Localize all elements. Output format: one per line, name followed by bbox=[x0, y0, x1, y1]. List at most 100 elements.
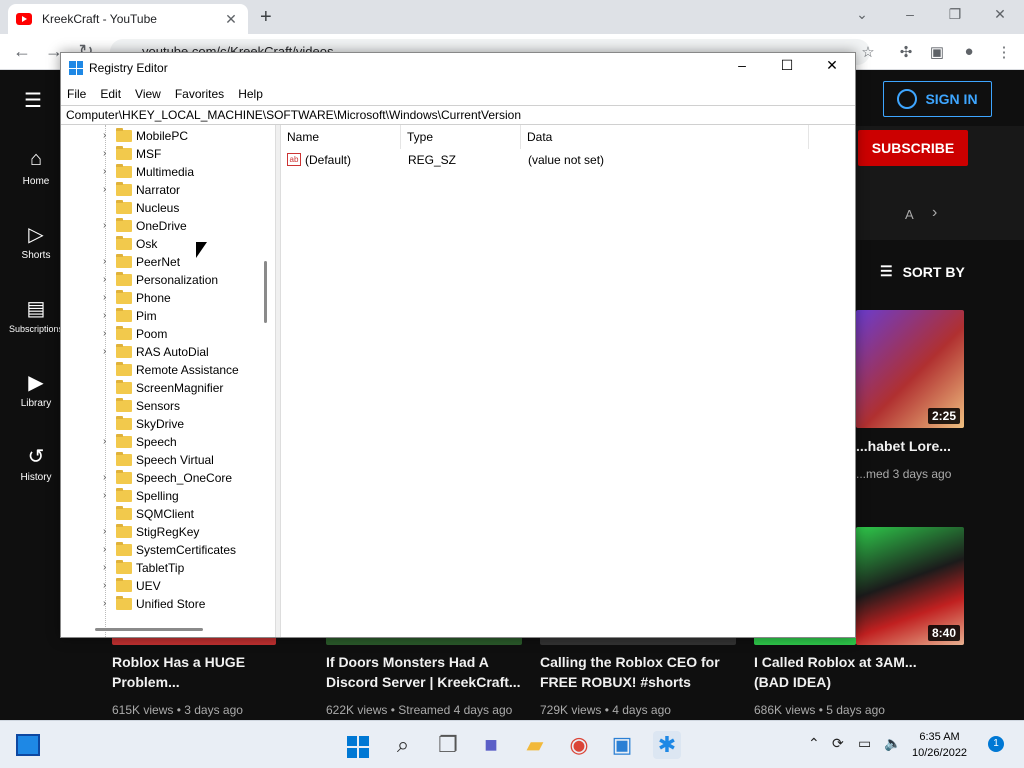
chrome-icon[interactable]: ◉ bbox=[565, 731, 593, 759]
registry-address-bar[interactable]: Computer\HKEY_LOCAL_MACHINE\SOFTWARE\Mic… bbox=[61, 105, 855, 125]
tree-item-narrator[interactable]: › Narrator bbox=[61, 181, 271, 199]
tree-item-label: Speech bbox=[136, 435, 177, 449]
file-explorer-icon[interactable]: ▰ bbox=[521, 731, 549, 759]
tree-item-mobilepc[interactable]: › MobilePC bbox=[61, 127, 271, 145]
tab-close-icon[interactable]: ✕ bbox=[222, 11, 240, 28]
profile-avatar-icon[interactable]: ● bbox=[959, 43, 979, 60]
tree-item-systemcertificates[interactable]: › SystemCertificates bbox=[61, 541, 271, 559]
youtube-favicon-icon bbox=[16, 13, 32, 25]
new-tab-icon[interactable]: + bbox=[260, 6, 272, 29]
browser-minimize-icon[interactable]: – bbox=[890, 6, 930, 22]
tree-item-sqmclient[interactable]: SQMClient bbox=[61, 505, 271, 523]
browser-close-icon[interactable]: ✕ bbox=[980, 6, 1020, 23]
tree-item-speech-onecore[interactable]: › Speech_OneCore bbox=[61, 469, 271, 487]
close-icon[interactable]: ✕ bbox=[809, 57, 855, 74]
sync-icon[interactable]: ⟳ bbox=[832, 735, 844, 752]
value-name[interactable]: (Default) bbox=[305, 151, 351, 169]
tree-horizontal-scrollbar[interactable] bbox=[95, 628, 203, 631]
tree-item-tablettip[interactable]: › TabletTip bbox=[61, 559, 271, 577]
folder-icon bbox=[116, 326, 132, 340]
volume-icon[interactable]: 🔈 bbox=[884, 735, 901, 752]
tree-item-speech-virtual[interactable]: Speech Virtual bbox=[61, 451, 271, 469]
tree-item-personalization[interactable]: › Personalization bbox=[61, 271, 271, 289]
network-icon[interactable]: ▭ bbox=[858, 735, 871, 752]
browser-restore-icon[interactable]: ❐ bbox=[935, 6, 975, 23]
menu-edit[interactable]: Edit bbox=[100, 87, 121, 101]
task-view-icon[interactable]: ❐ bbox=[434, 731, 462, 759]
column-header-name[interactable]: Name bbox=[281, 125, 401, 149]
system-clock[interactable]: 6:35 AM 10/26/2022 bbox=[912, 729, 967, 761]
sign-in-button[interactable]: SIGN IN bbox=[883, 81, 992, 117]
tree-item-nucleus[interactable]: Nucleus bbox=[61, 199, 271, 217]
channel-tab-about[interactable]: A bbox=[905, 207, 914, 222]
notification-badge[interactable]: 1 bbox=[988, 736, 1004, 752]
tree-item-poom[interactable]: › Poom bbox=[61, 325, 271, 343]
minimize-icon[interactable]: – bbox=[719, 57, 765, 73]
tree-item-screenmagnifier[interactable]: ScreenMagnifier bbox=[61, 379, 271, 397]
video-title[interactable]: ...habet Lore... bbox=[856, 436, 1016, 456]
tree-item-ras-autodial[interactable]: › RAS AutoDial bbox=[61, 343, 271, 361]
tree-item-label: Unified Store bbox=[136, 597, 206, 611]
video-title[interactable]: Calling the Roblox CEO for FREE ROBUX! #… bbox=[540, 652, 730, 692]
tray-overflow-chevron-icon[interactable]: ⌃ bbox=[808, 735, 820, 752]
video-title[interactable]: I Called Roblox at 3AM... (BAD IDEA) bbox=[754, 652, 924, 692]
tree-item-multimedia[interactable]: › Multimedia bbox=[61, 163, 271, 181]
tree-item-label: Spelling bbox=[136, 489, 179, 503]
video-meta: 686K views • 5 days ago bbox=[754, 703, 885, 717]
tree-item-remote-assistance[interactable]: Remote Assistance bbox=[61, 361, 271, 379]
teams-chat-icon[interactable]: ■ bbox=[477, 731, 505, 759]
tree-item-uev[interactable]: › UEV bbox=[61, 577, 271, 595]
menu-view[interactable]: View bbox=[135, 87, 161, 101]
tree-item-speech[interactable]: › Speech bbox=[61, 433, 271, 451]
menu-file[interactable]: File bbox=[67, 87, 86, 101]
tree-item-sensors[interactable]: Sensors bbox=[61, 397, 271, 415]
bookmark-star-icon[interactable]: ☆ bbox=[858, 43, 878, 61]
folder-icon bbox=[116, 560, 132, 574]
side-panel-icon[interactable]: ▣ bbox=[927, 43, 947, 61]
column-header-type[interactable]: Type bbox=[401, 125, 521, 149]
tree-item-label: Personalization bbox=[136, 273, 219, 287]
browser-tab-youtube[interactable]: KreekCraft - YouTube ✕ bbox=[8, 4, 248, 34]
folder-icon bbox=[116, 182, 132, 196]
regedit-titlebar[interactable]: Registry Editor – ☐ ✕ bbox=[61, 53, 855, 83]
tree-item-phone[interactable]: › Phone bbox=[61, 289, 271, 307]
remote-desktop-icon[interactable]: ▣ bbox=[608, 731, 636, 759]
start-button[interactable] bbox=[344, 731, 372, 759]
video-thumbnail[interactable]: 8:40 bbox=[856, 527, 964, 645]
extensions-puzzle-icon[interactable]: ✣ bbox=[896, 43, 916, 61]
tree-item-label: MSF bbox=[136, 147, 162, 161]
subscribe-button[interactable]: SUBSCRIBE bbox=[858, 130, 968, 166]
hamburger-menu-icon[interactable]: ☰ bbox=[24, 88, 42, 113]
tree-item-unified-store[interactable]: › Unified Store bbox=[61, 595, 271, 613]
tree-vertical-scrollbar[interactable] bbox=[264, 261, 267, 323]
video-duration: 8:40 bbox=[927, 625, 960, 641]
tree-item-stigregkey[interactable]: › StigRegKey bbox=[61, 523, 271, 541]
chevron-right-icon[interactable]: › bbox=[932, 204, 937, 222]
regedit-taskbar-icon[interactable]: ✱ bbox=[653, 731, 681, 759]
sort-by-button[interactable]: ☰ SORT BY bbox=[880, 263, 965, 280]
sign-in-label: SIGN IN bbox=[925, 91, 978, 107]
video-title[interactable]: Roblox Has a HUGE Problem... bbox=[112, 652, 312, 692]
tree-item-skydrive[interactable]: SkyDrive bbox=[61, 415, 271, 433]
tree-item-label: UEV bbox=[136, 579, 161, 593]
widgets-icon[interactable] bbox=[16, 734, 40, 756]
menu-help[interactable]: Help bbox=[238, 87, 263, 101]
menu-favorites[interactable]: Favorites bbox=[175, 87, 224, 101]
tree-item-msf[interactable]: › MSF bbox=[61, 145, 271, 163]
tree-item-peernet[interactable]: › PeerNet bbox=[61, 253, 271, 271]
maximize-icon[interactable]: ☐ bbox=[764, 57, 810, 74]
browser-menu-icon[interactable]: ⋮ bbox=[994, 43, 1014, 61]
folder-icon bbox=[116, 416, 132, 430]
search-icon[interactable]: ⌕ bbox=[389, 731, 417, 759]
folder-icon bbox=[116, 452, 132, 466]
video-thumbnail[interactable]: 2:25 bbox=[856, 310, 964, 428]
tree-item-onedrive[interactable]: › OneDrive bbox=[61, 217, 271, 235]
tree-item-spelling[interactable]: › Spelling bbox=[61, 487, 271, 505]
back-arrow-icon[interactable]: ← bbox=[10, 41, 34, 62]
video-title[interactable]: If Doors Monsters Had A Discord Server |… bbox=[326, 652, 522, 692]
tree-item-osk[interactable]: Osk bbox=[61, 235, 271, 253]
tree-item-pim[interactable]: › Pim bbox=[61, 307, 271, 325]
windows-taskbar: ⌕ ❐ ■ ▰ ◉ ▣ ✱ ⌃ ⟳ ▭ 🔈 6:35 AM 10/26/2022… bbox=[0, 720, 1024, 768]
column-header-data[interactable]: Data bbox=[521, 125, 809, 149]
tab-search-chevron-icon[interactable]: ⌄ bbox=[842, 6, 882, 23]
